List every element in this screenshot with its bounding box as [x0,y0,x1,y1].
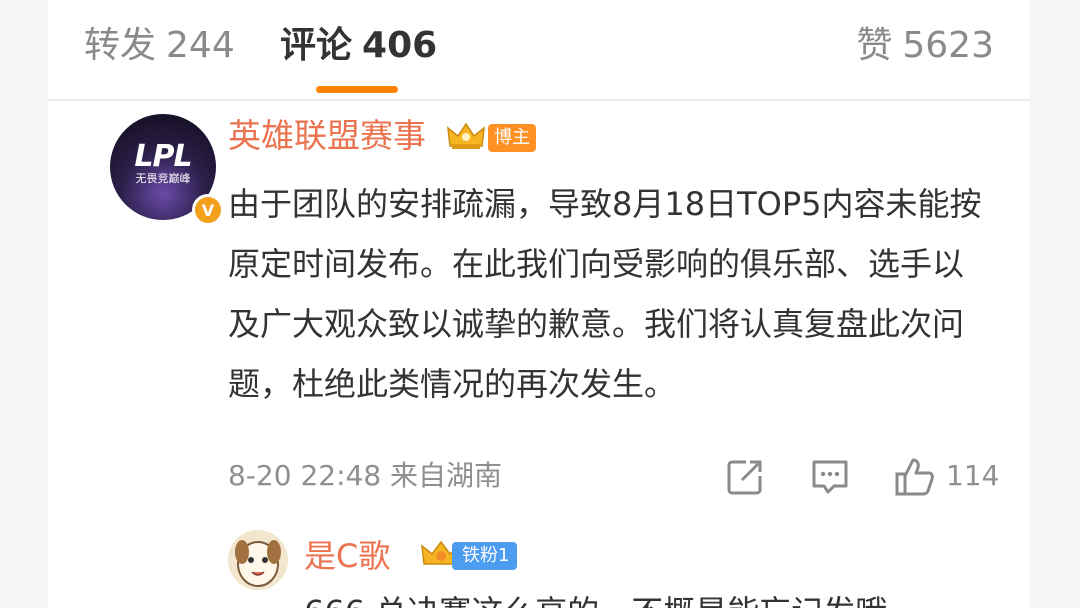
tab-comment-label: 评论 [280,25,353,66]
comment-username[interactable]: 英雄联盟赛事 [228,114,426,158]
tab-repost-count: 244 [166,25,235,66]
like-icon[interactable] [894,456,936,498]
like-count: 114 [946,459,1000,492]
tab-bar: 转发 244 评论 406 赞 5623 [48,0,1030,100]
tab-like-count: 5623 [902,25,994,66]
tab-divider [48,99,1030,101]
comment-text: 由于团队的安排疏漏，导致8月18日TOP5内容未能按原定时间发布。在此我们向受影… [228,185,982,403]
left-gutter [0,0,48,608]
reply-username[interactable]: 是C歌 [304,534,390,578]
fan-badge: 铁粉1 [452,542,518,570]
reply-icon[interactable] [810,458,850,496]
avatar-logo-text: LPL [134,139,192,174]
host-badge: 博主 [488,124,536,152]
right-gutter [1030,0,1080,608]
tab-like[interactable]: 赞 5623 [856,24,994,68]
comment-meta: 8-20 22:48 来自湖南 [228,459,503,492]
active-tab-indicator [316,86,398,93]
tab-repost-label: 转发 [84,25,157,66]
tab-like-label: 赞 [856,25,893,66]
verified-icon: V [192,194,224,226]
tab-comment[interactable]: 评论 406 [280,24,437,68]
crown-icon [447,122,485,149]
share-icon[interactable] [726,458,764,496]
avatar[interactable]: LPL 无畏竞巅峰 V [110,114,224,226]
avatar-slogan: 无畏竞巅峰 [135,172,191,185]
tab-comment-count: 406 [362,25,438,66]
comments-panel: 转发 244 评论 406 赞 5623 LPL 无畏竞巅峰 V 英雄联盟赛事 博主 … [48,0,1030,608]
reply-avatar[interactable] [228,530,288,590]
reply-text: 666 总决赛这么高的，不概是能忘记发哦 [304,590,1024,608]
tab-repost[interactable]: 转发 244 [84,24,235,68]
